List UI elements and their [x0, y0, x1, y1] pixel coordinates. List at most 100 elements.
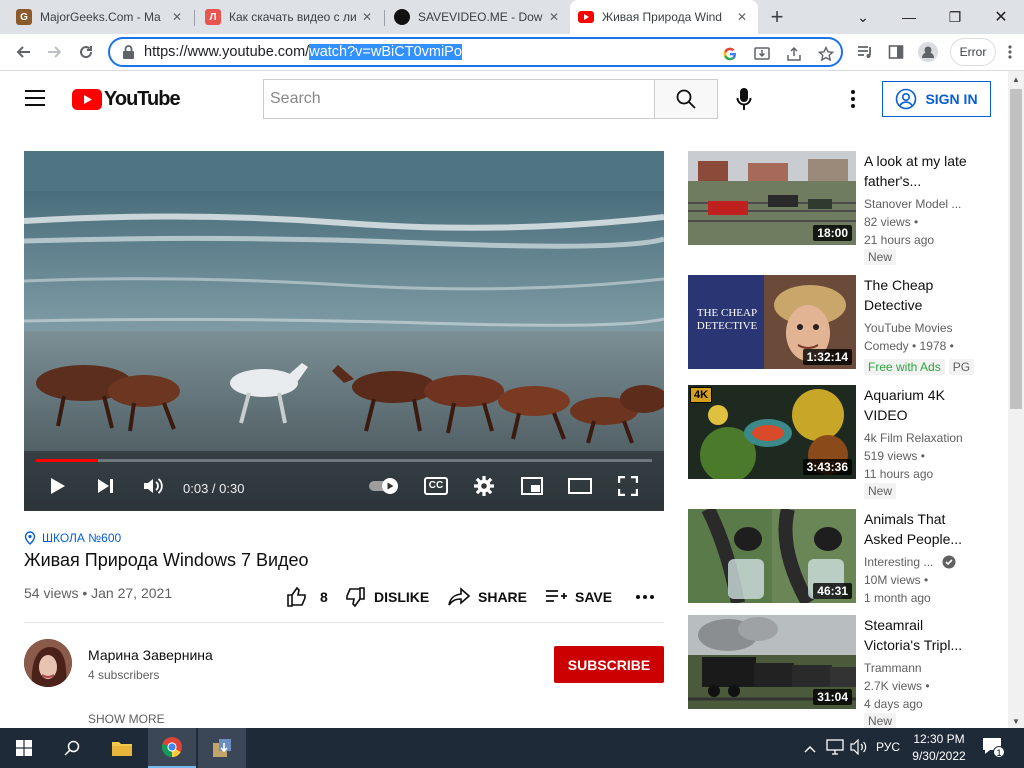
google-icon[interactable]: [720, 44, 740, 64]
theater-mode-icon[interactable]: [566, 473, 594, 499]
system-clock[interactable]: 12:30 PM 9/30/2022: [904, 731, 974, 765]
volume-icon[interactable]: [139, 473, 167, 499]
more-actions-icon[interactable]: [636, 585, 654, 609]
search-button[interactable]: [654, 79, 718, 119]
sign-in-button[interactable]: SIGN IN: [882, 81, 991, 117]
close-tab-icon[interactable]: ✕: [734, 10, 750, 24]
tab-youtube[interactable]: Живая Природа Wind ✕: [570, 0, 758, 34]
youtube-logo-text: YouTube: [104, 88, 181, 110]
recommendation-item[interactable]: 4K 3:43:36 Aquarium 4K VIDEO (ULTRA... 4…: [688, 385, 988, 499]
lifehacker-favicon: Л: [205, 9, 221, 25]
speaker-icon[interactable]: [850, 738, 868, 760]
channel-name[interactable]: Марина Завернина: [88, 647, 213, 663]
tab-lifehacker[interactable]: Л Как скачать видео с ли ✕: [197, 0, 383, 34]
scroll-up-arrow-icon[interactable]: ▲: [1012, 75, 1020, 84]
forward-arrow-icon[interactable]: [40, 38, 68, 66]
recommendation-channel[interactable]: Interesting ...: [864, 553, 944, 571]
dislike-button[interactable]: DISLIKE: [344, 585, 429, 609]
tab-separator: [384, 10, 385, 26]
channel-avatar[interactable]: [24, 639, 72, 687]
profile-avatar-icon[interactable]: [914, 38, 942, 66]
hamburger-menu-icon[interactable]: [24, 89, 46, 112]
new-tab-button[interactable]: +: [765, 4, 789, 29]
bookmark-star-icon[interactable]: [816, 44, 836, 64]
reload-icon[interactable]: [72, 38, 100, 66]
show-more-button[interactable]: SHOW MORE: [88, 712, 165, 726]
play-icon[interactable]: [44, 473, 72, 499]
close-tab-icon[interactable]: ✕: [546, 10, 562, 24]
recommendation-views: 82 views •: [864, 215, 919, 229]
recommendation-views: 10M views •: [864, 573, 929, 587]
recommendation-channel[interactable]: 4k Film Relaxation: [864, 429, 974, 447]
recommendation-age: 11 hours ago: [864, 467, 934, 481]
video-thumbnail[interactable]: 18:00: [688, 151, 856, 245]
microphone-icon[interactable]: [736, 87, 752, 116]
cc-icon[interactable]: CC: [422, 473, 450, 499]
media-control-icon[interactable]: [852, 38, 880, 66]
miniplayer-icon[interactable]: [518, 473, 546, 499]
recommendation-item[interactable]: 31:04 Steamrail Victoria's Tripl... Tram…: [688, 615, 988, 729]
tab-search-icon[interactable]: ⌄: [840, 0, 886, 34]
share-arrow-icon: [448, 587, 470, 606]
install-app-icon[interactable]: [752, 44, 772, 64]
recommendation-item[interactable]: 46:31 Animals That Asked People... Inter…: [688, 509, 988, 619]
recommendation-views: Comedy • 1978 •: [864, 339, 954, 353]
restore-button[interactable]: ❐: [932, 0, 978, 34]
video-thumbnail[interactable]: THE CHEAP DETECTIVE 1:32:14: [688, 275, 856, 369]
video-thumbnail[interactable]: 4K 3:43:36: [688, 385, 856, 479]
recommendation-title[interactable]: A look at my late father's...: [864, 151, 972, 191]
tab-savevideo[interactable]: SAVEVIDEO.ME - Dow ✕: [386, 0, 570, 34]
autoplay-toggle[interactable]: [368, 473, 402, 499]
scrollbar-thumb[interactable]: [1010, 89, 1022, 409]
windows-start-icon[interactable]: [0, 728, 48, 768]
recommendation-channel[interactable]: Stanover Model ...: [864, 195, 974, 213]
video-player[interactable]: 0:03 / 0:30 CC: [24, 151, 664, 511]
share-icon[interactable]: [784, 44, 804, 64]
youtube-logo[interactable]: YouTube: [72, 88, 181, 111]
fullscreen-icon[interactable]: [614, 473, 642, 499]
recommendation-item[interactable]: THE CHEAP DETECTIVE 1:32:14 The Cheap De…: [688, 275, 988, 385]
next-icon[interactable]: [92, 473, 120, 499]
chrome-taskbar-icon[interactable]: [148, 728, 196, 768]
recommendation-title[interactable]: Steamrail Victoria's Tripl...: [864, 615, 972, 655]
taskbar-search-icon[interactable]: [48, 728, 96, 768]
scroll-down-arrow-icon[interactable]: ▼: [1012, 717, 1020, 726]
location-link[interactable]: ШКОЛА №600: [24, 531, 121, 545]
side-panel-icon[interactable]: [882, 38, 910, 66]
language-indicator[interactable]: РУС: [876, 740, 900, 754]
back-arrow-icon[interactable]: [10, 38, 38, 66]
close-tab-icon[interactable]: ✕: [169, 10, 185, 24]
recommendation-title[interactable]: Animals That Asked People...: [864, 509, 972, 549]
video-thumbnail[interactable]: 31:04: [688, 615, 856, 709]
like-button[interactable]: 8: [286, 585, 328, 609]
more-options-icon[interactable]: [851, 90, 855, 113]
progress-bar[interactable]: [36, 459, 652, 462]
recommendation-item[interactable]: 18:00 A look at my late father's... Stan…: [688, 151, 988, 265]
recommendation-title[interactable]: The Cheap Detective: [864, 275, 972, 315]
share-button[interactable]: SHARE: [448, 585, 527, 609]
error-button[interactable]: Error: [950, 38, 996, 66]
thumbnail-caption: THE CHEAP DETECTIVE: [696, 307, 758, 332]
recommendation-channel[interactable]: YouTube Movies: [864, 319, 974, 337]
address-bar[interactable]: https://www.youtube.com/watch?v=wBiCT0vm…: [108, 37, 843, 67]
recommendation-channel[interactable]: Trammann: [864, 659, 974, 677]
file-explorer-icon[interactable]: [98, 728, 146, 768]
lock-icon[interactable]: [120, 45, 136, 59]
settings-gear-icon[interactable]: [470, 473, 498, 499]
url-text[interactable]: https://www.youtube.com/watch?v=wBiCT0vm…: [144, 44, 462, 60]
show-hidden-icons-icon[interactable]: [804, 740, 816, 758]
network-icon[interactable]: [826, 739, 844, 760]
save-button[interactable]: SAVE: [545, 585, 612, 609]
close-tab-icon[interactable]: ✕: [359, 10, 375, 24]
video-thumbnail[interactable]: 46:31: [688, 509, 856, 603]
youtube-favicon: [578, 9, 594, 25]
tab-majorgeeks[interactable]: G MajorGeeks.Com - Ma ✕: [8, 0, 193, 34]
notification-center-icon[interactable]: 1: [982, 737, 1005, 759]
recommendation-title[interactable]: Aquarium 4K VIDEO (ULTRA...: [864, 385, 972, 425]
subscribe-button[interactable]: SUBSCRIBE: [554, 646, 664, 683]
app-installer-icon[interactable]: [198, 728, 246, 768]
search-input[interactable]: Search: [263, 79, 655, 119]
chrome-menu-icon[interactable]: [1000, 38, 1020, 66]
close-window-button[interactable]: ✕: [978, 0, 1024, 34]
minimize-button[interactable]: —: [886, 0, 932, 34]
